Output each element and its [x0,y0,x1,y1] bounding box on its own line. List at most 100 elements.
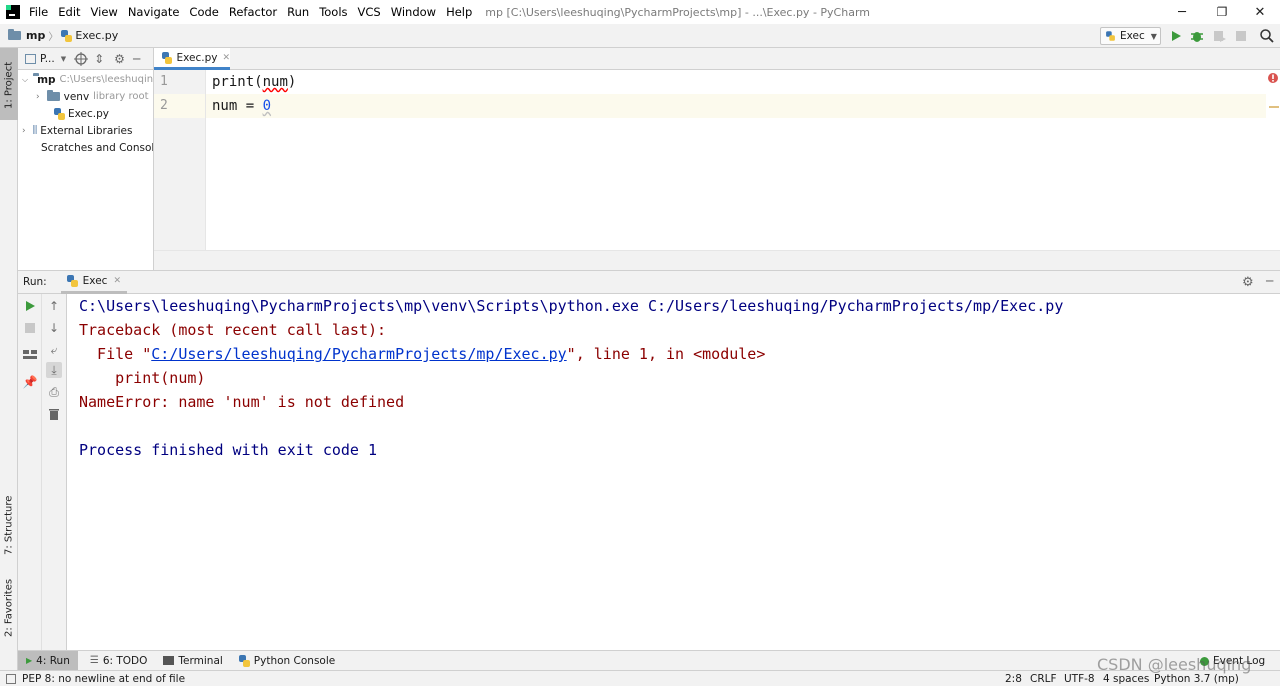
menu-view[interactable]: View [86,0,123,24]
tree-item-mp[interactable]: ⌵ mp C:\Users\leeshuqing [18,71,153,88]
caret-position[interactable]: 2:8 [1005,673,1022,685]
play-icon: ▶ [26,656,33,665]
arrow-up-icon: ↑ [48,299,60,313]
code-token: num = [212,98,263,114]
printer-icon: ⎙ [49,384,59,399]
line-number: 1 [160,74,168,89]
favorites-tool-tab[interactable]: 2: Favorites [0,572,18,644]
stop-icon [1236,31,1246,41]
toggle-tool-windows-icon[interactable] [6,673,16,684]
menu-run[interactable]: Run [282,0,314,24]
search-icon [1260,29,1274,43]
console-traceback-code: print(num) [79,369,206,387]
bottom-tool-tabs: ▶ 4: Run ☰ 6: TODO Terminal Python Conso… [18,650,1280,671]
layout-icon [23,350,37,359]
menu-tools[interactable]: Tools [314,0,352,24]
scroll-to-end-icon: ⤓ [51,362,57,377]
coverage-button[interactable] [1211,28,1227,44]
code-editor[interactable]: print(num) num = 0 [206,70,1274,250]
error-indicator-icon[interactable] [1267,72,1279,84]
clear-all-button[interactable] [46,406,62,422]
run-tab-exec[interactable]: Exec ✕ [60,270,127,294]
search-everywhere-button[interactable] [1259,28,1275,44]
run-config-selector[interactable]: Exec ▼ [1100,27,1161,45]
hide-panel-icon[interactable]: ─ [1266,274,1273,288]
minimize-button[interactable]: ─ [1160,0,1204,24]
tree-item-hint: C:\Users\leeshuqing [59,74,153,85]
file-encoding[interactable]: UTF-8 [1064,673,1095,685]
locate-icon[interactable] [74,51,89,66]
menu-window[interactable]: Window [386,0,441,24]
bottom-tab-todo[interactable]: ☰ 6: TODO [82,651,156,671]
tree-item-venv[interactable]: › venv library root [18,88,153,105]
warning-marker[interactable] [1269,106,1279,108]
line-separator[interactable]: CRLF [1030,673,1057,685]
soft-wrap-button[interactable]: ⤶ [46,342,62,358]
traceback-file-link[interactable]: C:/Users/leeshuqing/PycharmProjects/mp/E… [151,345,566,363]
editor-footer [154,250,1280,270]
menu-navigate[interactable]: Navigate [123,0,185,24]
bottom-tab-terminal[interactable]: Terminal [155,651,230,671]
bottom-tab-run[interactable]: ▶ 4: Run [18,650,78,671]
indent-setting[interactable]: 4 spaces [1103,673,1149,685]
project-tool-tab[interactable]: 1: Project [0,52,18,118]
editor-error-stripe [1266,70,1280,250]
bottom-tab-python-console[interactable]: Python Console [231,651,343,671]
close-window-button[interactable]: ✕ [1238,0,1280,24]
tree-item-label: mp [37,73,56,86]
gear-icon[interactable]: ⚙ [1242,275,1254,290]
stop-run-button[interactable] [22,320,38,336]
structure-tab-label: 7: Structure [3,495,15,555]
tree-item-hint: library root [93,91,149,102]
breadcrumb-project[interactable]: mp [26,29,45,42]
trash-icon [49,409,59,420]
structure-tool-tab[interactable]: 7: Structure [0,488,18,562]
debug-button[interactable] [1189,28,1205,44]
tree-item-exec-py[interactable]: Exec.py [18,105,153,122]
tree-item-scratches[interactable]: Scratches and Consoles [18,139,153,156]
close-tab-icon[interactable]: ✕ [222,53,230,63]
print-button[interactable]: ⎙ [46,384,62,400]
editor-tab-exec-py[interactable]: Exec.py ✕ [154,48,230,70]
python-interpreter[interactable]: Python 3.7 (mp) [1154,673,1239,685]
hide-panel-icon[interactable]: ─ [133,52,140,66]
run-toolbar-primary: 📌 [18,294,42,650]
run-button[interactable] [1168,28,1184,44]
close-tab-icon[interactable]: ✕ [113,276,121,286]
menu-refactor[interactable]: Refactor [224,0,282,24]
menu-code[interactable]: Code [184,0,223,24]
stop-button[interactable] [1233,28,1249,44]
tree-item-external-libraries[interactable]: › ⫼ External Libraries [18,122,153,139]
restore-layout-button[interactable] [22,346,38,362]
stop-icon [25,323,35,333]
run-panel-header: Run: Exec ✕ ⚙ ─ [18,270,1280,294]
scroll-to-end-button[interactable]: ⤓ [46,362,62,378]
rerun-button[interactable] [22,298,38,314]
collapse-all-icon[interactable]: ⇕ [94,52,104,66]
watermark: CSDN @leeshuqing [1097,655,1252,674]
run-console[interactable]: C:\Users\leeshuqing\PycharmProjects\mp\v… [67,294,1280,650]
menu-edit[interactable]: Edit [53,0,85,24]
pycharm-logo-icon [6,5,20,19]
menu-help[interactable]: Help [441,0,477,24]
project-toolbar: P... ▼ ⇕ ⚙ ─ [18,48,153,70]
breadcrumb-file[interactable]: Exec.py [75,29,118,42]
status-bar: PEP 8: no newline at end of file 2:8 CRL… [0,670,1280,686]
gear-icon[interactable]: ⚙ [114,52,125,66]
scroll-down-button[interactable]: ↓ [46,320,62,336]
chevron-down-icon[interactable]: ▼ [61,55,66,63]
code-token: ( [254,74,263,90]
console-text: ", line 1, in <module> [566,345,766,363]
chevron-right-icon: › [22,125,26,136]
project-view-selector[interactable]: P... [40,53,55,65]
run-config-label: Exec [1120,30,1145,42]
scroll-up-button[interactable]: ↑ [46,298,62,314]
tree-item-label: External Libraries [40,124,133,137]
soft-wrap-icon: ⤶ [50,342,58,357]
pin-tab-button[interactable]: 📌 [22,374,38,390]
project-view-icon [25,53,36,64]
python-file-icon [162,51,173,64]
menu-vcs[interactable]: VCS [353,0,386,24]
menu-file[interactable]: File [24,0,53,24]
